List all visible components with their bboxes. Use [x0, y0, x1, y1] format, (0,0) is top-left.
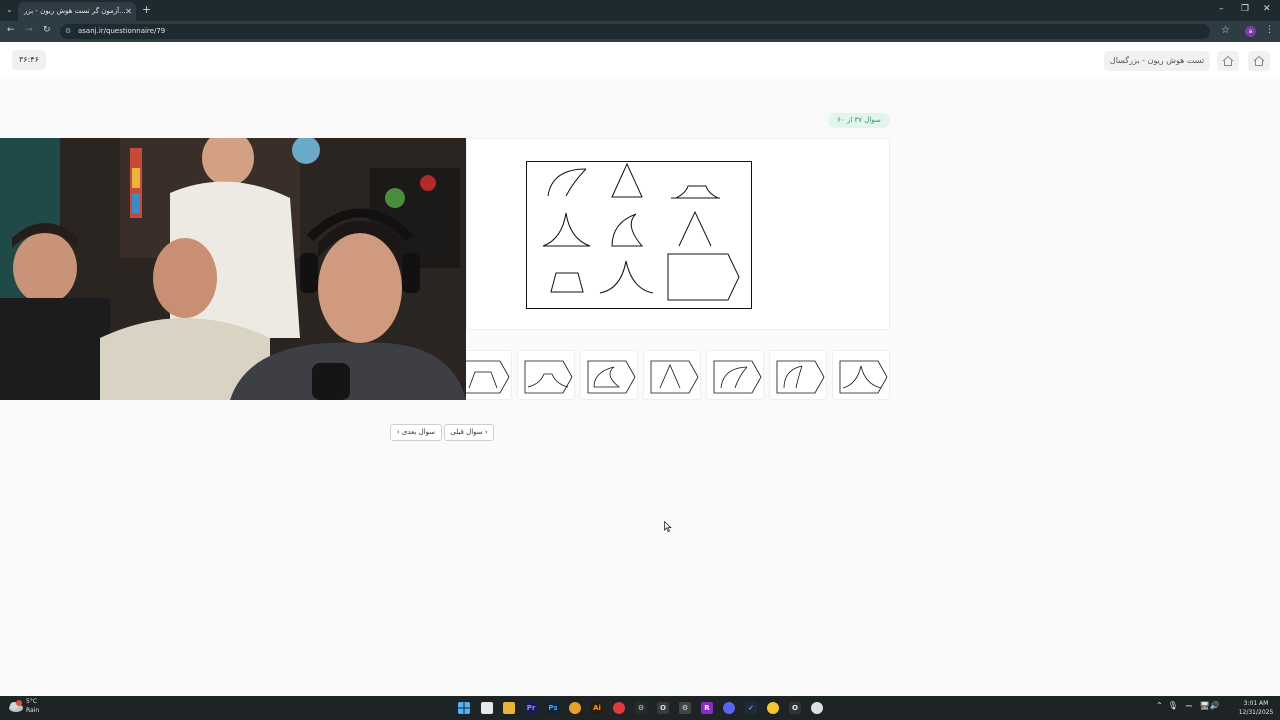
minimize-icon[interactable]: –: [1219, 4, 1224, 14]
home-button[interactable]: [1217, 51, 1239, 71]
url-field[interactable]: ⚙ asanj.ir/questionnaire/79: [60, 24, 1210, 39]
discord-icon[interactable]: [723, 702, 735, 714]
taskbar-clock[interactable]: 3:01 AM 12/31/2025: [1238, 699, 1274, 717]
restore-icon[interactable]: ❐: [1241, 4, 1249, 14]
answer-option[interactable]: [517, 350, 575, 400]
address-bar-row: ← → ↻ ⚙ asanj.ir/questionnaire/79 ☆ a ⋮: [0, 21, 1280, 42]
test-title-button[interactable]: تست هوش ریون - بزرگسال: [1104, 51, 1210, 71]
bookmark-star-icon[interactable]: ☆: [1221, 25, 1230, 36]
chrome-active-icon[interactable]: [811, 702, 823, 714]
app-icon-3[interactable]: O: [789, 702, 801, 714]
rider-icon[interactable]: R: [701, 702, 713, 714]
windows-taskbar: 5°C Rain Pr Ps Ai ⚙ O ⚙ R ✓ O ⌃ 🎙 ⎓ 🖥🔊 3…: [0, 696, 1280, 720]
browser-tab[interactable]: آزمون گر تست هوش ریون - بزر... ✕: [18, 2, 136, 21]
reload-icon[interactable]: ↻: [43, 25, 51, 35]
tab-search-icon[interactable]: ⌄: [6, 5, 13, 14]
webcam-video-feed: [0, 138, 466, 400]
browser-menu-icon[interactable]: ⋮: [1265, 25, 1274, 35]
next-question-button[interactable]: ‹ سوال بعدی: [390, 424, 442, 441]
countdown-timer: ۳۶:۴۶: [12, 50, 46, 70]
app-icon-2[interactable]: O: [657, 702, 669, 714]
forward-icon[interactable]: →: [25, 25, 33, 35]
illustrator-icon[interactable]: Ai: [591, 702, 603, 714]
browser-tab-bar: ⌄ آزمون گر تست هوش ریون - بزر... ✕ + – ❐…: [0, 0, 1280, 21]
chrome-icon[interactable]: [569, 702, 581, 714]
steam-icon[interactable]: ✓: [745, 702, 757, 714]
house-icon: [1253, 55, 1265, 66]
weather-icon[interactable]: [8, 699, 24, 715]
chrome-icon-2[interactable]: [767, 702, 779, 714]
tab-close-icon[interactable]: ✕: [125, 2, 132, 21]
tab-title: آزمون گر تست هوش ریون - بزر...: [24, 7, 126, 15]
clock-date: 12/31/2025: [1238, 709, 1274, 716]
answer-option[interactable]: [769, 350, 827, 400]
url-text: asanj.ir/questionnaire/79: [78, 27, 166, 35]
webcam-overlay: [0, 138, 466, 400]
settings-icon[interactable]: ⚙: [679, 702, 691, 714]
window-close-icon[interactable]: ✕: [1263, 4, 1271, 14]
prev-question-button[interactable]: سوال قبلی ›: [444, 424, 494, 441]
answer-option[interactable]: [580, 350, 638, 400]
clock-time: 3:01 AM: [1243, 700, 1269, 707]
chevron-right-icon: ›: [484, 428, 488, 436]
notepad-icon[interactable]: [481, 702, 493, 714]
file-explorer-icon[interactable]: [503, 702, 515, 714]
page-header: ۳۶:۴۶ تست هوش ریون - بزرگسال: [0, 42, 1280, 79]
system-tray-icons[interactable]: ⌃ 🎙 ⎓ 🖥🔊: [1156, 701, 1220, 711]
app-icon-red[interactable]: [613, 702, 625, 714]
answer-option[interactable]: [643, 350, 701, 400]
chevron-left-icon: ‹: [396, 428, 400, 436]
windows-start-icon[interactable]: [458, 702, 470, 714]
premiere-icon[interactable]: Pr: [525, 702, 537, 714]
app-icon-gear[interactable]: ⚙: [635, 702, 647, 714]
answer-option[interactable]: [832, 350, 890, 400]
weather-temperature: 5°C: [26, 698, 38, 705]
new-tab-button[interactable]: +: [142, 3, 151, 16]
mouse-cursor-icon: [664, 521, 672, 532]
back-icon[interactable]: ←: [7, 25, 15, 35]
weather-condition: Rain: [26, 707, 40, 714]
raven-matrix-figure: [526, 161, 752, 309]
question-counter-badge: سوال ۳۷ از ۶۰: [828, 113, 890, 128]
answer-option[interactable]: [706, 350, 764, 400]
dashboard-button[interactable]: [1248, 51, 1270, 71]
home-icon: [1222, 55, 1234, 66]
site-info-icon[interactable]: ⚙: [65, 24, 71, 39]
photoshop-icon[interactable]: Ps: [547, 702, 559, 714]
profile-avatar[interactable]: a: [1245, 26, 1256, 37]
